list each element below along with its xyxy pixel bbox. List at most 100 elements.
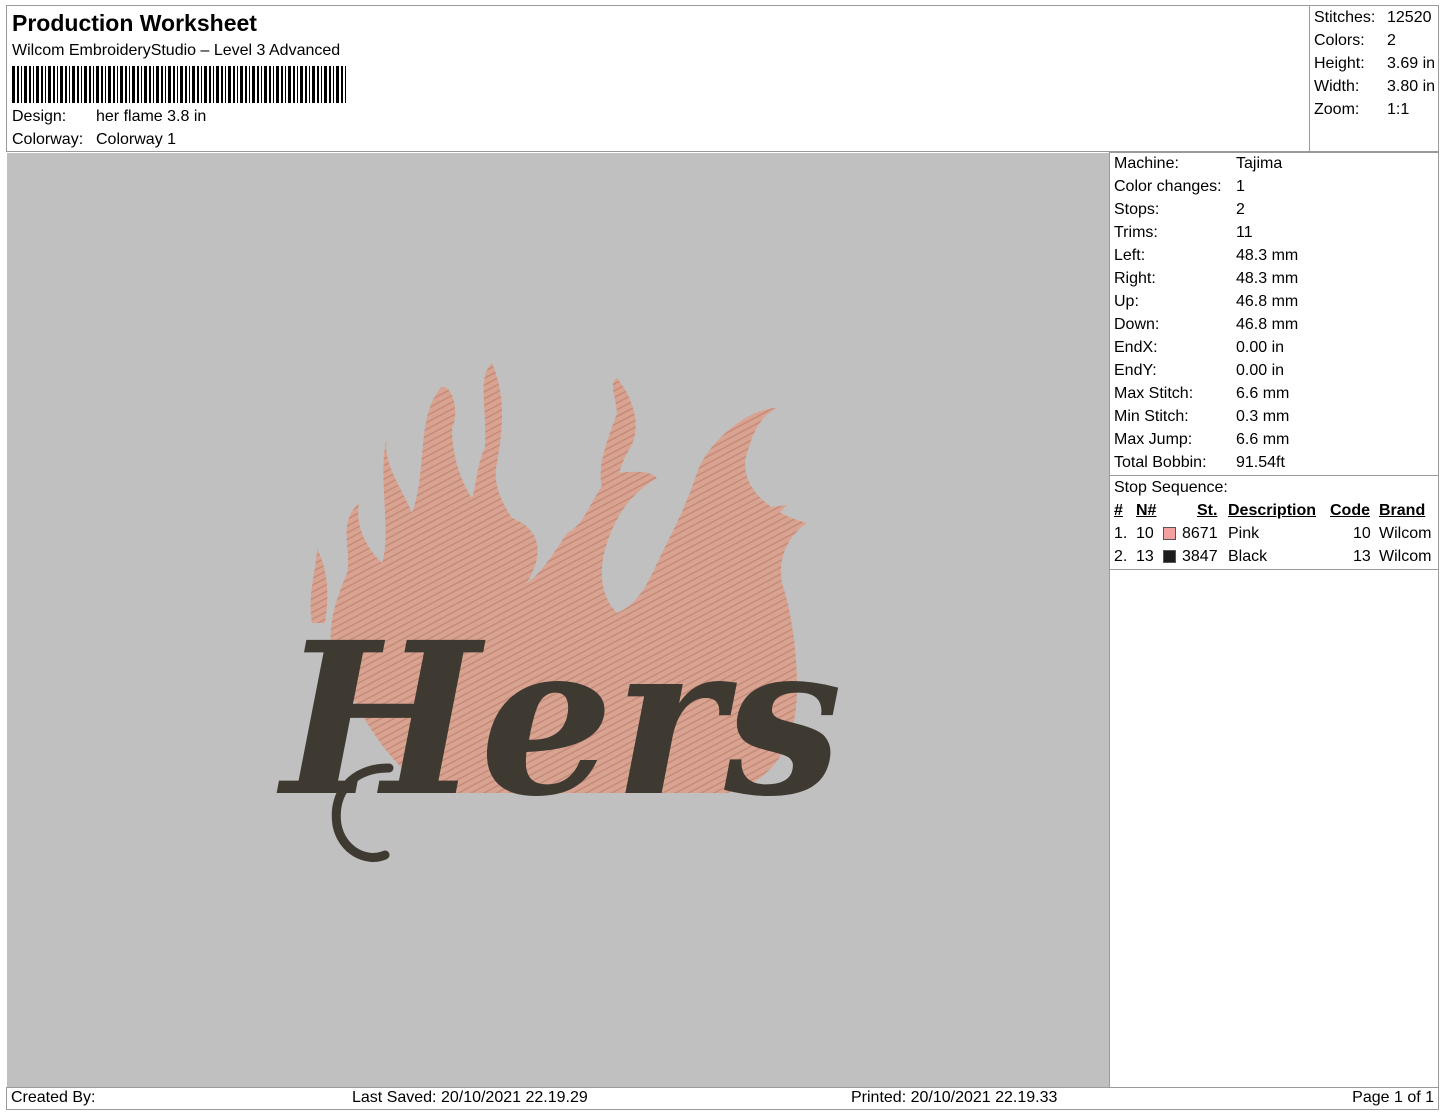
barcode-bar (185, 66, 187, 103)
stats-box: Stitches: 12520 Colors: 2 Height: 3.69 i… (1309, 6, 1441, 151)
created-by: Created By: (11, 1089, 96, 1106)
barcode-bar (281, 66, 283, 103)
col-header-st: St. (1197, 502, 1218, 519)
color-swatch-black (1163, 550, 1176, 563)
info-value: 0.3 mm (1236, 408, 1290, 425)
barcode-bar (321, 66, 322, 103)
machine-info-row: EndX: 0.00 in (1114, 339, 1284, 357)
barcode-bar (341, 66, 343, 103)
barcode-bar (144, 66, 147, 103)
barcode-bar (113, 66, 115, 103)
machine-info-row: Min Stitch: 0.3 mm (1114, 408, 1289, 426)
stat-value: 3.69 in (1387, 55, 1436, 72)
info-value: 2 (1236, 201, 1245, 218)
barcode-bar (117, 66, 118, 103)
color-swatch-pink (1163, 527, 1176, 540)
seq-row-2-n: 13 (1136, 548, 1154, 565)
barcode-bar (141, 66, 142, 103)
info-label: Stops: (1114, 201, 1160, 218)
barcode-bar (29, 66, 31, 103)
barcode-bar (233, 66, 235, 103)
stat-zoom: Zoom: 1:1 (1314, 101, 1409, 119)
seq-row-2-st: 3847 (1182, 548, 1218, 565)
barcode-bar (300, 66, 303, 103)
design-row: Design: her flame 3.8 in (12, 108, 206, 126)
barcode-bar (105, 66, 106, 103)
page-number: Page 1 of 1 (1352, 1089, 1434, 1106)
seq-row-1-st: 8671 (1182, 525, 1218, 542)
barcode-bar (336, 66, 339, 103)
barcode-bar (81, 66, 82, 103)
info-label: Machine: (1114, 155, 1179, 172)
seq-row-2-code: 13 (1353, 548, 1371, 565)
machine-info-row: Machine: Tajima (1114, 155, 1282, 173)
info-value: 0.00 in (1236, 362, 1285, 379)
info-value: 48.3 mm (1236, 247, 1299, 264)
barcode-bar (249, 66, 250, 103)
barcode-bar (149, 66, 151, 103)
seq-row-2-description: Black (1228, 548, 1268, 565)
col-header-description: Description (1228, 502, 1317, 519)
machine-info-row: Left: 48.3 mm (1114, 247, 1298, 265)
seq-row-1-description: Pink (1228, 525, 1260, 542)
machine-info-row: Trims: 11 (1114, 224, 1253, 242)
barcode-bar (288, 66, 291, 103)
barcode-bar (129, 66, 130, 103)
design-label: Design: (12, 108, 67, 125)
barcode-bar (317, 66, 319, 103)
stat-value: 3.80 in (1387, 78, 1436, 95)
barcode-bar (168, 66, 171, 103)
barcode-bar (324, 66, 327, 103)
printed-date: Printed: 20/10/2021 22.19.33 (851, 1089, 1058, 1106)
machine-info-row: Max Jump: 6.6 mm (1114, 431, 1289, 449)
section-divider (1110, 475, 1438, 476)
embroidery-preview: Hers (277, 363, 842, 862)
barcode-bar (192, 66, 195, 103)
seq-row-1-num: 1. (1114, 525, 1128, 542)
barcode-bar (285, 66, 286, 103)
barcode-bar (261, 66, 262, 103)
info-label: Max Jump: (1114, 431, 1193, 448)
info-label: Max Stitch: (1114, 385, 1194, 402)
stat-colors: Colors: 2 (1314, 32, 1396, 50)
stat-value: 2 (1387, 32, 1396, 49)
barcode-bar (17, 66, 19, 103)
machine-info-row: EndY: 0.00 in (1114, 362, 1284, 380)
hers-lettering: Hers (277, 596, 842, 862)
seq-row-2-brand: Wilcom (1379, 548, 1432, 565)
barcode-bar (60, 66, 63, 103)
barcode-bar (77, 66, 79, 103)
section-divider (1110, 569, 1438, 570)
worksheet-header: Production Worksheet Wilcom EmbroiderySt… (6, 5, 1439, 152)
info-label: Color changes: (1114, 178, 1222, 195)
stat-stitches: Stitches: 12520 (1314, 9, 1432, 27)
col-header-brand: Brand (1379, 502, 1426, 519)
barcode-bar (36, 66, 39, 103)
barcode-bar (245, 66, 247, 103)
barcode-bar (125, 66, 127, 103)
barcode-bar (93, 66, 94, 103)
seq-row-1-brand: Wilcom (1379, 525, 1432, 542)
info-label: EndY: (1114, 362, 1157, 379)
barcode-bar (69, 66, 70, 103)
barcode-bar (156, 66, 159, 103)
barcode-bar (137, 66, 139, 103)
info-value: 46.8 mm (1236, 316, 1299, 333)
barcode-bar (333, 66, 334, 103)
stat-width: Width: 3.80 in (1314, 78, 1435, 96)
barcode-bar (45, 66, 46, 103)
stat-label: Zoom: (1314, 101, 1360, 118)
barcode-bar (225, 66, 226, 103)
col-header-code: Code (1330, 502, 1370, 519)
barcode-bar (33, 66, 34, 103)
machine-info-row: Right: 48.3 mm (1114, 270, 1298, 288)
barcode-bar (213, 66, 214, 103)
stat-height: Height: 3.69 in (1314, 55, 1435, 73)
barcode-bar (177, 66, 178, 103)
barcode-bar (132, 66, 135, 103)
info-label: Min Stitch: (1114, 408, 1189, 425)
info-label: Total Bobbin: (1114, 454, 1207, 471)
seq-row-1-code: 10 (1353, 525, 1371, 542)
barcode-bar (165, 66, 166, 103)
barcode (12, 66, 346, 103)
